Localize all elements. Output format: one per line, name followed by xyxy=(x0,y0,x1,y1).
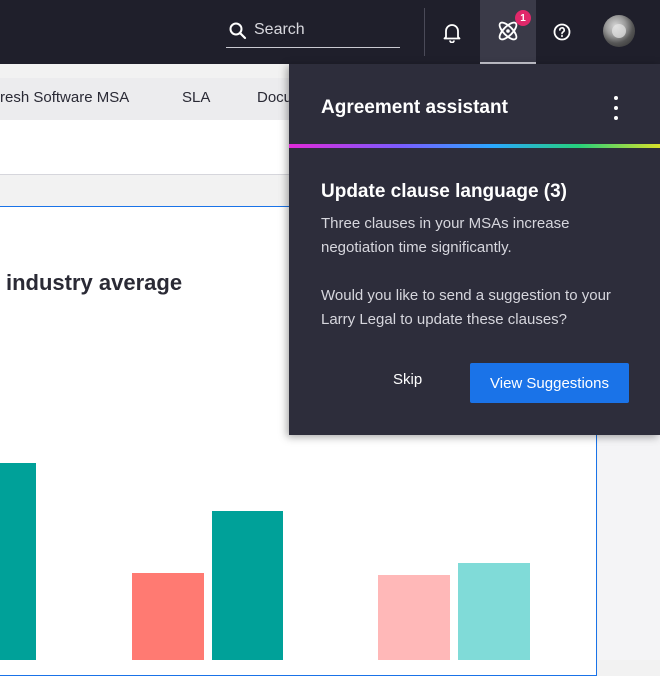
bell-icon xyxy=(443,24,461,43)
chart-bar xyxy=(212,511,283,660)
content-area xyxy=(0,120,300,174)
document-tabs: resh Software MSA SLA Docu xyxy=(0,78,300,120)
top-navigation-bar: Search 1 xyxy=(0,0,660,64)
skip-button[interactable]: Skip xyxy=(393,371,422,388)
toolbar-divider xyxy=(424,8,425,56)
view-suggestions-button[interactable]: View Suggestions xyxy=(470,363,629,403)
agreement-assistant-panel: Agreement assistant Update clause langua… xyxy=(289,64,660,435)
notifications-button[interactable] xyxy=(432,0,472,64)
more-options-icon[interactable] xyxy=(607,96,625,120)
panel-title: Agreement assistant xyxy=(321,97,508,118)
tab-software-msa[interactable]: resh Software MSA xyxy=(0,89,129,106)
search-field[interactable]: Search xyxy=(226,18,400,48)
chart-bar xyxy=(378,575,450,660)
suggestion-description: Three clauses in your MSAs increase nego… xyxy=(321,215,570,256)
chart-bar xyxy=(132,573,204,660)
user-avatar[interactable] xyxy=(603,15,635,47)
suggestion-title: Update clause language (3) xyxy=(321,181,568,202)
suggestion-question: Would you like to send a suggestion to y… xyxy=(321,287,611,328)
chart-bar xyxy=(458,563,530,660)
help-button[interactable] xyxy=(544,0,580,64)
search-icon xyxy=(229,22,247,40)
help-icon xyxy=(553,23,571,41)
notification-badge: 1 xyxy=(515,10,531,26)
tab-sla[interactable]: SLA xyxy=(182,89,210,106)
agreement-assistant-button[interactable]: 1 xyxy=(480,0,536,64)
chart-bar xyxy=(0,463,36,660)
search-placeholder: Search xyxy=(254,21,305,38)
chart-headline: industry average xyxy=(6,270,183,295)
tab-documents[interactable]: Docu xyxy=(257,89,292,106)
section-divider xyxy=(0,174,300,175)
gradient-divider xyxy=(289,144,660,148)
